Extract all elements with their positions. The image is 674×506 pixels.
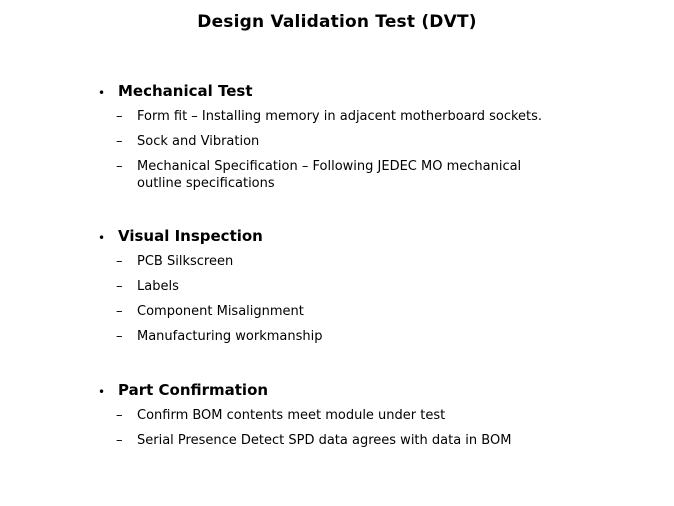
section-mechanical-test: • Mechanical Test – Form fit – Installin…	[98, 82, 542, 192]
list-item-text: Manufacturing workmanship	[137, 329, 323, 344]
list-item-text: Mechanical Specification – Following JED…	[137, 159, 522, 191]
list-item-text: PCB Silkscreen	[137, 254, 234, 269]
list-item: – Component Misalignment	[116, 303, 322, 320]
dash-icon: –	[116, 109, 123, 124]
dash-icon: –	[116, 254, 123, 269]
list-item: – Manufacturing workmanship	[116, 328, 322, 345]
list-item-text: Labels	[137, 279, 179, 294]
list-item-text: Confirm BOM contents meet module under t…	[137, 408, 446, 423]
section-part-confirmation: • Part Confirmation – Confirm BOM conten…	[98, 381, 511, 449]
dash-icon: –	[116, 279, 123, 294]
list-item-text: Serial Presence Detect SPD data agrees w…	[137, 433, 512, 448]
list-item-text: Component Misalignment	[137, 304, 304, 319]
section-title: Part Confirmation	[118, 381, 269, 399]
section-visual-inspection: • Visual Inspection – PCB Silkscreen – L…	[98, 227, 322, 345]
bullet-icon: •	[98, 86, 106, 100]
dash-icon: –	[116, 134, 123, 149]
list-item-text: Form fit – Installing memory in adjacent…	[137, 109, 543, 124]
list-item: – Mechanical Specification – Following J…	[116, 158, 542, 192]
dash-icon: –	[116, 159, 123, 174]
list-item: – Confirm BOM contents meet module under…	[116, 407, 511, 424]
bullet-icon: •	[98, 231, 106, 245]
list-item: – Labels	[116, 278, 322, 295]
list-item: – Form fit – Installing memory in adjace…	[116, 108, 542, 125]
list-item: – Serial Presence Detect SPD data agrees…	[116, 432, 511, 449]
section-title: Mechanical Test	[118, 82, 253, 100]
bullet-icon: •	[98, 385, 106, 399]
section-title: Visual Inspection	[118, 227, 263, 245]
list-item: – PCB Silkscreen	[116, 253, 322, 270]
list-item-text: Sock and Vibration	[137, 134, 260, 149]
dash-icon: –	[116, 329, 123, 344]
dash-icon: –	[116, 433, 123, 448]
dash-icon: –	[116, 408, 123, 423]
list-item: – Sock and Vibration	[116, 133, 542, 150]
slide-title: Design Validation Test (DVT)	[197, 12, 477, 32]
dash-icon: –	[116, 304, 123, 319]
